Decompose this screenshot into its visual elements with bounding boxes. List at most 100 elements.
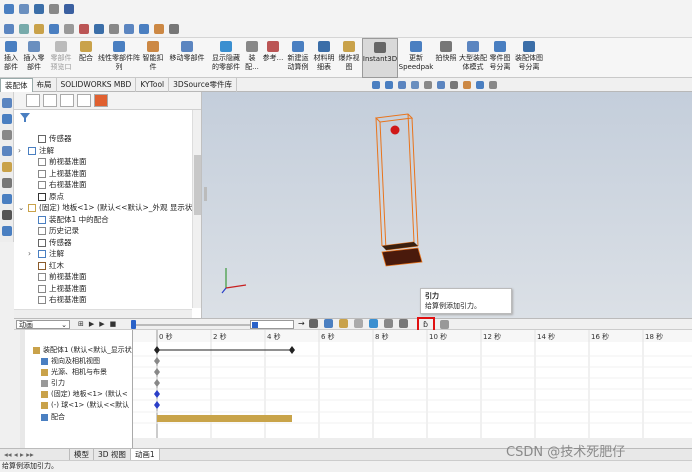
ribbon-button[interactable]: 更新 Speedpak (398, 38, 434, 78)
property-tab-icon[interactable] (43, 94, 57, 107)
playback-slider[interactable] (132, 324, 252, 326)
study-type-select[interactable]: 动画 ⌄ (16, 320, 70, 329)
panel-splitter[interactable] (204, 187, 207, 201)
view-orient-icon[interactable] (424, 81, 432, 89)
tool-icon[interactable] (2, 98, 12, 108)
ribbon-button[interactable]: 插入零部件 (22, 38, 46, 78)
display-style-icon[interactable] (437, 81, 445, 89)
graphics-viewport[interactable] (202, 92, 692, 318)
tree-scrollbar[interactable] (192, 110, 201, 308)
feature-tree-item[interactable]: 右视基准面 (14, 179, 192, 191)
ribbon-button[interactable]: Instant3D (362, 38, 398, 78)
tool-icon[interactable] (2, 178, 12, 188)
prev-view-icon[interactable] (398, 81, 406, 89)
tab-1[interactable]: 布局 (33, 78, 57, 92)
motion-tree-item[interactable]: 装配体1 (默认<默认_显示状 (20, 345, 132, 356)
motion-tree-item[interactable]: 引力 (20, 378, 132, 389)
keypoint[interactable] (154, 390, 160, 398)
calculate-icon[interactable]: ⊞ (78, 320, 84, 328)
ribbon-button[interactable]: 移动零部件 (164, 38, 210, 78)
keypoint[interactable] (154, 357, 160, 365)
ribbon-button[interactable]: 大型装配 体模式 (458, 38, 488, 78)
motor-icon[interactable] (368, 319, 378, 328)
slider-thumb[interactable] (131, 320, 136, 329)
feature-tree-item[interactable]: › 注解 (14, 145, 192, 157)
keypoint[interactable] (154, 368, 160, 376)
tool-icon[interactable] (2, 162, 12, 172)
tab-2[interactable]: SOLIDWORKS MBD (57, 78, 137, 92)
tool-icon[interactable] (2, 194, 12, 204)
tab-0[interactable]: 装配体 (0, 78, 33, 92)
feature-tree-tab-icon[interactable] (26, 94, 40, 107)
motion-tree-item[interactable]: (固定) 地板<1> (默认< (20, 389, 132, 400)
hole-icon[interactable] (94, 24, 104, 34)
feature-tree-item[interactable]: 前视基准面 (14, 156, 192, 168)
feature-tree-item[interactable]: 前视基准面 (14, 271, 192, 283)
tree-hscrollbar[interactable] (14, 309, 192, 318)
feature-tree-item[interactable]: 历史记录 (14, 225, 192, 237)
instant-icon[interactable] (169, 24, 179, 34)
point-icon[interactable] (34, 4, 44, 14)
feature-tree-item[interactable]: › 注解 (14, 248, 192, 260)
mirror-icon[interactable] (79, 24, 89, 34)
fillet-icon[interactable] (34, 24, 44, 34)
mate-change-bar[interactable] (157, 415, 292, 422)
bottom-tab-2[interactable]: 动画1 (130, 449, 160, 460)
ribbon-button[interactable]: 拍快照 (434, 38, 458, 78)
animation-wizard-icon[interactable] (323, 319, 333, 328)
ribbon-button[interactable]: 装配... (242, 38, 262, 78)
tube-box[interactable] (374, 113, 419, 251)
dot-icon[interactable] (49, 4, 59, 14)
scroll-thumb[interactable] (194, 155, 201, 215)
motion-tree-item[interactable]: 配合 (20, 412, 132, 423)
draft-icon[interactable] (124, 24, 134, 34)
scene-icon[interactable] (476, 81, 484, 89)
feature-tree-item[interactable]: ⌄ (固定) 地板<1> (默认<<默认>_外观 显示状态 (14, 202, 200, 214)
ribbon-button[interactable]: 新建运 动算例 (284, 38, 312, 78)
hide-show-icon[interactable] (450, 81, 458, 89)
tab-nav-arrows[interactable]: ◂◂ ◂ ▸ ▸▸ (0, 449, 70, 460)
cube-icon[interactable] (4, 24, 14, 34)
contact-icon[interactable] (440, 320, 449, 329)
feature-tree-item[interactable]: 装配体1 中的配合 (14, 214, 192, 226)
feature-tree-item[interactable]: 右视基准面 (14, 294, 192, 306)
tool-icon[interactable] (2, 130, 12, 140)
timeline[interactable]: 0 秒 2 秒 4 秒 6 秒 8 秒 10 秒 12 秒 14 秒 16 秒 18 秒 (133, 330, 692, 448)
appearance-icon[interactable] (463, 81, 471, 89)
config-tab-icon[interactable] (60, 94, 74, 107)
feature-tree-item[interactable]: 上视基准面 (14, 283, 192, 295)
feature-tree-item[interactable]: 原点 (14, 191, 192, 203)
feature-tree-item[interactable]: 红木 (14, 260, 192, 272)
add-key-icon[interactable] (353, 319, 363, 328)
keypoint[interactable] (154, 379, 160, 387)
spring-icon[interactable] (383, 319, 393, 328)
bottom-tab-1[interactable]: 3D 视图 (94, 449, 131, 460)
keypoint[interactable] (154, 346, 160, 354)
smart-dim-icon[interactable] (64, 4, 74, 14)
tool-icon[interactable] (2, 146, 12, 156)
ref-icon[interactable] (139, 24, 149, 34)
feature-tree-item[interactable]: 传感器 (14, 237, 192, 249)
damper-icon[interactable] (398, 319, 408, 328)
dim-tab-icon[interactable] (77, 94, 91, 107)
rib-icon[interactable] (64, 24, 74, 34)
filter-icon[interactable] (20, 113, 30, 122)
floor-base[interactable] (381, 242, 423, 267)
ribbon-button[interactable]: 显示隐藏 的零部件 (210, 38, 242, 78)
expand-toggle-icon[interactable]: › (28, 248, 36, 260)
playback-mode-icon[interactable]: → (298, 319, 305, 328)
stop-icon[interactable]: ■ (110, 320, 117, 328)
keypoint[interactable] (289, 346, 295, 354)
autokey-icon[interactable] (338, 319, 348, 328)
motion-tree-item[interactable]: 光源、相机与布景 (20, 367, 132, 378)
curves-icon[interactable] (154, 24, 164, 34)
tab-3[interactable]: KYTool (136, 78, 170, 92)
section-view-icon[interactable] (411, 81, 419, 89)
view-settings-icon[interactable] (489, 81, 497, 89)
ribbon-button[interactable]: 材料明 细表 (312, 38, 336, 78)
save-animation-icon[interactable] (308, 319, 318, 328)
zoom-area-icon[interactable] (385, 81, 393, 89)
ball[interactable] (390, 125, 400, 135)
tool-icon[interactable] (2, 226, 12, 236)
extrude-icon[interactable] (19, 24, 29, 34)
